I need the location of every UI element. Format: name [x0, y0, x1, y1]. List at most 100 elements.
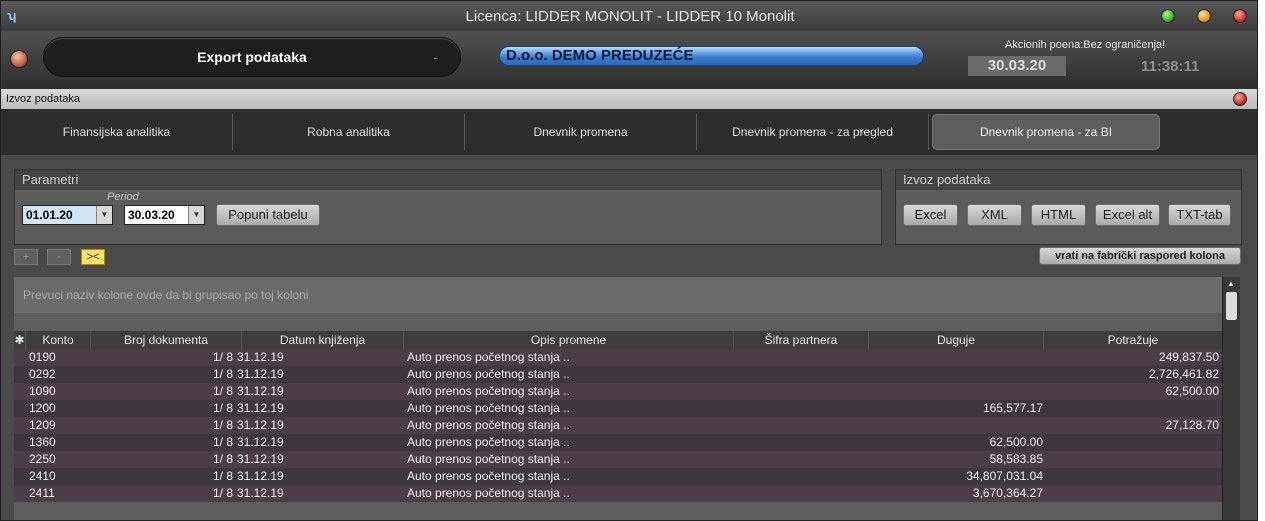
group-by-drop-area[interactable]: Prevuci naziv kolone ovde da bi grupisao… — [14, 277, 1222, 313]
cell-duguje: 58,583.85 — [989, 452, 1043, 466]
cell-sifra-partnera — [737, 434, 867, 451]
cell-sifra-partnera — [737, 417, 867, 434]
subwindow-close-button[interactable] — [1233, 92, 1247, 106]
cell-sifra-partnera — [737, 366, 867, 383]
cell-sifra-partnera — [737, 468, 867, 485]
cell-datum: 31.12.19 — [237, 469, 284, 483]
grid-header-row: ✱ Konto Broj dokumenta Datum knjiženja O… — [14, 331, 1222, 349]
table-row[interactable]: 0190 1/ 8 31.12.19 Auto prenos početnog … — [14, 349, 1222, 366]
col-opis-promene[interactable]: Opis promene — [404, 331, 734, 349]
col-potrazuje[interactable]: Potražuje — [1044, 331, 1222, 349]
cell-datum: 31.12.19 — [237, 367, 284, 381]
module-selector[interactable]: Export podataka - — [43, 37, 461, 77]
cell-duguje: 34,807,031.04 — [966, 469, 1043, 483]
company-name-bar: D.o.o. DEMO PREDUZEĆE — [499, 46, 924, 66]
cell-broj-dokumenta: 1/ 8 — [212, 418, 233, 432]
cell-broj-dokumenta: 1/ 8 — [212, 367, 233, 381]
table-row[interactable]: 2250 1/ 8 31.12.19 Auto prenos početnog … — [14, 451, 1222, 468]
cell-opis: Auto prenos početnog stanja .. — [407, 418, 570, 432]
vertical-scrollbar[interactable]: ▲ — [1222, 277, 1240, 520]
cell-broj-dokumenta: 1/ 8 — [212, 384, 233, 398]
parameters-group: Parametri Period 01.01.20 ▼ 30.03.20 ▼ P… — [14, 169, 882, 245]
col-datum-knjizenja[interactable]: Datum knjiženja — [242, 331, 404, 349]
cell-datum: 31.12.19 — [237, 486, 284, 500]
cell-broj-dokumenta: 1/ 8 — [212, 486, 233, 500]
col-broj-dokumenta[interactable]: Broj dokumenta — [91, 331, 242, 349]
cell-broj-dokumenta: 1/ 8 — [212, 469, 233, 483]
cell-potrazuje — [1044, 468, 1219, 485]
table-row[interactable]: 1209 1/ 8 31.12.19 Auto prenos početnog … — [14, 417, 1222, 434]
current-date: 30.03.20 — [968, 56, 1066, 76]
cell-konto: 1360 — [29, 435, 56, 449]
parameters-title: Parametri — [15, 170, 881, 190]
col-konto[interactable]: Konto — [26, 331, 91, 349]
date-to-value: 30.03.20 — [128, 208, 175, 222]
maximize-button[interactable] — [1197, 9, 1211, 23]
close-button[interactable] — [1233, 9, 1247, 23]
tab-dnevnik-promena[interactable]: Dnevnik promena — [465, 114, 697, 150]
collapse-button[interactable]: - — [47, 249, 71, 265]
cell-opis: Auto prenos početnog stanja .. — [407, 384, 570, 398]
content-area: Parametri Period 01.01.20 ▼ 30.03.20 ▼ P… — [1, 155, 1257, 520]
cell-broj-dokumenta: 1/ 8 — [212, 452, 233, 466]
table-row[interactable]: 1360 1/ 8 31.12.19 Auto prenos početnog … — [14, 434, 1222, 451]
export-txt-tab-button[interactable]: TXT-tab — [1168, 204, 1231, 226]
cell-konto: 1090 — [29, 384, 56, 398]
cell-sifra-partnera — [737, 400, 867, 417]
export-html-button[interactable]: HTML — [1031, 204, 1086, 226]
module-name: Export podataka — [197, 49, 307, 65]
tab-dnevnik-promena-pregled[interactable]: Dnevnik promena - za pregled — [697, 114, 929, 150]
current-time: 11:38:11 — [1141, 58, 1200, 75]
cell-konto: 2250 — [29, 452, 56, 466]
cell-konto: 2410 — [29, 469, 56, 483]
promo-text: Akcionih poena:Bez ograničenja! — [1005, 39, 1166, 51]
export-xml-button[interactable]: XML — [967, 204, 1022, 226]
cell-duguje: 3,670,364.27 — [972, 486, 1043, 500]
chevron-down-icon[interactable]: ▼ — [96, 206, 112, 224]
export-group: Izvoz podataka Excel XML HTML Excel alt … — [895, 169, 1242, 245]
export-subwindow: Izvoz podataka Finansijska analitika Rob… — [1, 89, 1257, 520]
cell-potrazuje: 2,726,461.82 — [1148, 367, 1219, 381]
table-row[interactable]: 1090 1/ 8 31.12.19 Auto prenos početnog … — [14, 383, 1222, 400]
cell-konto: 2411 — [29, 486, 55, 500]
cell-duguje — [869, 417, 1043, 434]
cell-sifra-partnera — [737, 383, 867, 400]
cell-opis: Auto prenos početnog stanja .. — [407, 469, 570, 483]
export-excel-alt-button[interactable]: Excel alt — [1095, 204, 1160, 226]
auto-fit-columns-button[interactable]: >< — [81, 249, 105, 265]
scroll-up-icon[interactable]: ▲ — [1227, 279, 1235, 288]
table-row[interactable]: 2410 1/ 8 31.12.19 Auto prenos početnog … — [14, 468, 1222, 485]
cell-opis: Auto prenos početnog stanja .. — [407, 435, 570, 449]
fill-table-button[interactable]: Popuni tabelu — [216, 204, 320, 226]
table-row[interactable]: 1200 1/ 8 31.12.19 Auto prenos početnog … — [14, 400, 1222, 417]
col-duguje[interactable]: Duguje — [869, 331, 1044, 349]
table-row[interactable]: 2411 1/ 8 31.12.19 Auto prenos početnog … — [14, 485, 1222, 502]
cell-potrazuje — [1044, 485, 1219, 502]
cell-broj-dokumenta: 1/ 8 — [212, 350, 233, 364]
period-label: Period — [107, 191, 139, 203]
expand-button[interactable]: + — [14, 249, 38, 265]
cell-konto: 0190 — [29, 350, 56, 364]
date-to-field[interactable]: 30.03.20 ▼ — [124, 205, 205, 225]
cell-datum: 31.12.19 — [237, 350, 284, 364]
scroll-thumb[interactable] — [1226, 292, 1237, 320]
table-row[interactable]: 0292 1/ 8 31.12.19 Auto prenos početnog … — [14, 366, 1222, 383]
chevron-down-icon[interactable]: ▼ — [188, 206, 204, 224]
date-from-field[interactable]: 01.01.20 ▼ — [22, 205, 113, 225]
cell-potrazuje: 62,500.00 — [1165, 384, 1219, 398]
reset-columns-button[interactable]: vrati na fabrički raspored kolona — [1039, 247, 1241, 265]
tab-finansijska-analitika[interactable]: Finansijska analitika — [1, 114, 233, 150]
cell-opis: Auto prenos početnog stanja .. — [407, 486, 570, 500]
cell-datum: 31.12.19 — [237, 384, 284, 398]
tab-robna-analitika[interactable]: Robna analitika — [233, 114, 465, 150]
main-menu-button[interactable] — [10, 50, 28, 68]
export-excel-button[interactable]: Excel — [903, 204, 958, 226]
minimize-button[interactable] — [1161, 9, 1175, 23]
cell-datum: 31.12.19 — [237, 435, 284, 449]
cell-datum: 31.12.19 — [237, 401, 284, 415]
title-bar: ʮ Licenca: LIDDER MONOLIT - LIDDER 10 Mo… — [1, 1, 1257, 31]
col-sifra-partnera[interactable]: Šifra partnera — [734, 331, 869, 349]
tab-dnevnik-promena-bi[interactable]: Dnevnik promena - za BI — [932, 114, 1160, 150]
cell-duguje: 62,500.00 — [989, 435, 1043, 449]
cell-potrazuje — [1044, 451, 1219, 468]
